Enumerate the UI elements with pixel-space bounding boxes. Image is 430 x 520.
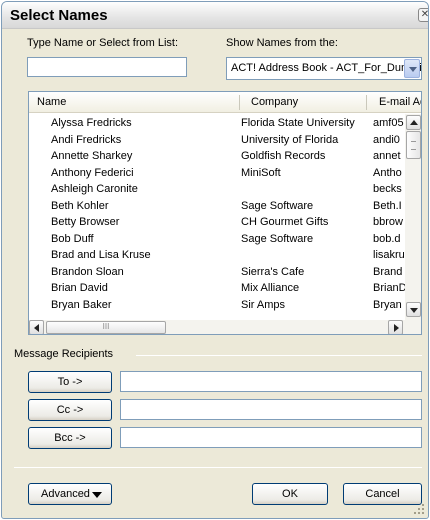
table-row[interactable]: Bryan Baker Sir Amps Bryan	[29, 298, 405, 315]
scroll-down-icon[interactable]	[406, 302, 421, 317]
contact-email: lisakru	[373, 249, 405, 261]
contact-email: annet	[373, 150, 401, 162]
contact-email: bbrow	[373, 216, 403, 228]
bcc-field[interactable]	[120, 427, 422, 448]
bcc-button[interactable]: Bcc ->	[28, 427, 112, 449]
contact-company: Goldfish Records	[241, 150, 326, 162]
contact-name: Betty Browser	[51, 216, 120, 228]
contact-company: University of Florida	[241, 133, 339, 146]
table-row[interactable]: Brian David Mix Alliance BrianD	[29, 281, 405, 298]
table-row[interactable]: Bob Duff Sage Software bob.d	[29, 232, 405, 249]
contact-name: Alyssa Fredricks	[51, 117, 132, 129]
contact-company: Sir Amps	[241, 298, 286, 311]
contact-name: Anthony Federici	[51, 166, 134, 179]
table-row[interactable]: Brad and Lisa Kruse lisakru	[29, 248, 405, 265]
table-row[interactable]: Annette Sharkey Goldfish Records annet	[29, 149, 405, 166]
horizontal-scrollbar[interactable]: III	[29, 320, 421, 334]
cancel-button[interactable]: Cancel	[343, 483, 422, 505]
contact-name: Brandon Sloan	[51, 265, 124, 278]
column-header-name[interactable]: Name	[37, 96, 237, 108]
contact-email: bob.d	[373, 232, 401, 245]
address-book-select[interactable]: ACT! Address Book - ACT_For_Dummies	[226, 57, 422, 80]
column-divider[interactable]	[239, 95, 240, 110]
contact-email: Beth.I	[373, 199, 402, 212]
contact-company: Sierra's Cafe	[241, 265, 305, 278]
scroll-left-icon[interactable]	[29, 320, 44, 334]
contact-company: Mix Alliance	[241, 282, 300, 294]
contact-email: Antho	[373, 166, 402, 179]
search-input[interactable]	[27, 57, 187, 77]
select-names-dialog: Select Names ✕ Type Name or Select from …	[1, 1, 429, 519]
advanced-label: Advanced	[41, 488, 90, 500]
advanced-button[interactable]: Advanced	[28, 483, 112, 505]
search-label: Type Name or Select from List:	[27, 37, 178, 49]
contact-name: Brian David	[51, 282, 108, 294]
list-rows: Alyssa Fredricks Florida State University…	[29, 116, 405, 318]
contact-email: BrianD	[373, 282, 405, 294]
contact-company: Sage Software	[241, 232, 314, 245]
column-header-company[interactable]: Company	[251, 96, 361, 108]
contacts-list[interactable]: Name Company E-mail Address Alyssa Fredr…	[28, 91, 422, 335]
contact-name: Annette Sharkey	[51, 150, 133, 162]
column-divider[interactable]	[366, 95, 367, 110]
dialog-title: Select Names	[10, 7, 108, 24]
table-row[interactable]: Alyssa Fredricks Florida State University…	[29, 116, 405, 133]
group-divider	[136, 355, 422, 356]
contact-name: Andi Fredricks	[51, 133, 122, 146]
contact-name: Brad and Lisa Kruse	[51, 249, 151, 261]
cc-field[interactable]	[120, 399, 422, 420]
cc-button[interactable]: Cc ->	[28, 399, 112, 421]
message-recipients-label: Message Recipients	[14, 348, 114, 360]
vertical-scrollbar[interactable]	[405, 114, 421, 320]
to-field[interactable]	[120, 371, 422, 392]
horizontal-scroll-thumb[interactable]: III	[46, 321, 166, 334]
address-book-selected: ACT! Address Book - ACT_For_Dummies	[231, 62, 422, 74]
contact-name: Ashleigh Caronite	[51, 183, 138, 195]
to-button[interactable]: To ->	[28, 371, 112, 393]
scroll-up-icon[interactable]	[406, 115, 421, 130]
contact-name: Bob Duff	[51, 232, 94, 245]
contact-company: MiniSoft	[241, 166, 281, 179]
contact-company: CH Gourmet Gifts	[241, 216, 329, 228]
table-row[interactable]: Betty Browser CH Gourmet Gifts bbrow	[29, 215, 405, 232]
contact-email: Bryan	[373, 298, 402, 311]
dropdown-arrow-icon	[92, 492, 102, 498]
show-names-label: Show Names from the:	[226, 37, 338, 49]
contact-email: andi0	[373, 133, 400, 146]
contact-company: Florida State University	[241, 117, 355, 129]
contact-company: Sage Software	[241, 199, 314, 212]
contact-name: Bryan Baker	[51, 298, 112, 311]
table-row[interactable]: Brandon Sloan Sierra's Cafe Brand	[29, 265, 405, 282]
scroll-right-icon[interactable]	[388, 320, 403, 334]
ok-button[interactable]: OK	[252, 483, 328, 505]
resize-grip-icon[interactable]	[414, 504, 424, 514]
close-button[interactable]: ✕	[418, 8, 428, 22]
column-header-email[interactable]: E-mail Address	[379, 96, 421, 108]
contact-email: Brand	[373, 265, 403, 278]
bottom-divider	[14, 467, 422, 468]
table-row[interactable]: Beth Kohler Sage Software Beth.I	[29, 199, 405, 216]
list-header: Name Company E-mail Address	[29, 92, 421, 113]
vertical-scroll-thumb[interactable]	[406, 131, 421, 159]
title-bar: Select Names ✕	[2, 2, 428, 29]
chevron-down-icon[interactable]	[404, 59, 420, 78]
contact-email: amf05	[373, 117, 404, 129]
table-row[interactable]: Andi Fredricks University of Florida andi0	[29, 133, 405, 150]
table-row[interactable]: Ashleigh Caronite becks	[29, 182, 405, 199]
table-row[interactable]: Anthony Federici MiniSoft Antho	[29, 166, 405, 183]
contact-name: Beth Kohler	[51, 199, 109, 212]
contact-email: becks	[373, 183, 402, 195]
